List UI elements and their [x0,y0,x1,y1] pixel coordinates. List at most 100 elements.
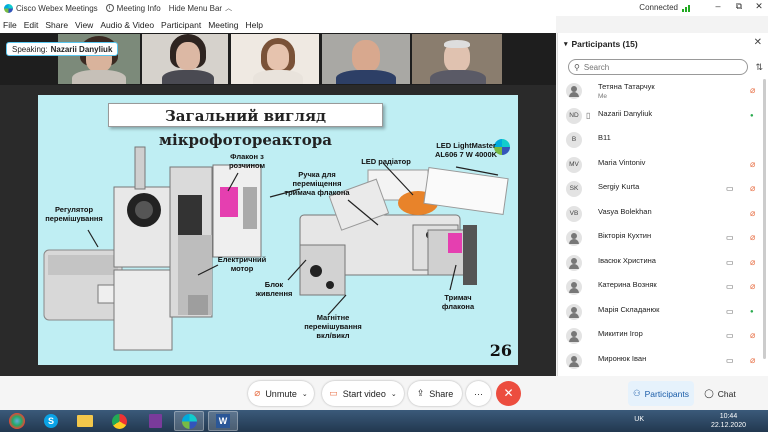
system-clock[interactable]: 10:44 22.12.2020 [711,412,746,430]
close-panel-icon[interactable]: ✕ [754,37,762,48]
search-box[interactable]: ⚲ [568,59,748,75]
webex-taskbar-icon[interactable] [174,411,204,431]
video-tile[interactable] [322,34,410,84]
folder-icon[interactable] [70,411,100,431]
participants-header[interactable]: ▾ Participants (15) [564,39,638,49]
chevron-down-icon: ▾ [564,41,568,48]
avatar: B [566,132,582,148]
search-input[interactable] [583,62,734,72]
participant-row[interactable]: SK Sergiy Kurta ▭ ⌀ [558,177,758,201]
avatar [566,230,582,246]
mic-muted-icon[interactable]: ⌀ [750,355,755,366]
close-icon[interactable]: ✕ [752,1,766,14]
avatar: ND [566,107,582,124]
video-camera-icon: ▭ [726,233,734,242]
participant-row[interactable]: ND ▯ Nazarii Danyliuk ● [558,104,758,128]
video-camera-icon: ▭ [726,355,734,365]
video-camera-icon: ▭ [726,184,734,193]
participant-name: Івасюк Христина [598,255,656,265]
mic-muted-icon[interactable]: ⌀ [750,183,755,194]
menu-file[interactable]: File [3,20,17,30]
scrollbar[interactable] [763,79,766,359]
mic-muted-icon[interactable]: ⌀ [750,159,755,170]
title-bar: Cisco Webex Meetings i Meeting Info Hide… [0,0,768,16]
participant-name: Миронюк Іван [598,353,647,363]
participant-row[interactable]: Івасюк Христина ▭ ⌀ [558,251,758,275]
participant-name: B11 [598,133,611,142]
video-tile[interactable] [142,34,228,84]
participant-row[interactable]: MV Maria Vintoniv ⌀ [558,153,758,177]
menu-participant[interactable]: Participant [161,20,201,30]
info-icon: i [105,4,114,12]
label-flask: Флакон з розчином [228,152,266,170]
mic-muted-icon[interactable]: ⌀ [750,281,755,292]
unmute-button[interactable]: ⌀ Unmute ⌄ [248,381,314,406]
skype-icon[interactable]: S [36,411,66,431]
app-title: Cisco Webex Meetings [4,3,98,13]
menu-share[interactable]: Share [45,20,68,30]
participant-name: Maria Vintoniv [598,157,646,167]
label-magnetic: Магнітне перемішування вкл/викл [304,313,362,340]
save-app-icon[interactable] [140,411,170,431]
people-icon: ⚇ [632,388,641,398]
slide-number: 26 [489,341,512,360]
participant-row[interactable]: B B11 [558,128,758,152]
chrome-icon[interactable] [104,411,134,431]
participant-row[interactable]: VB Vasya Bolekhan ⌀ [558,202,758,226]
chevron-up-icon: ︿ [225,5,233,12]
sort-icon[interactable]: ⇅ [755,62,763,73]
start-icon[interactable] [2,411,32,431]
participant-row[interactable]: Микитин Ігор ▭ ⌀ [558,324,758,348]
avatar [566,254,582,271]
meeting-controls: ⌀ Unmute ⌄ ▭ Start video ⌄ ⇪ Share ··· ✕… [0,376,768,410]
end-call-button[interactable]: ✕ [496,381,521,406]
mic-muted-icon[interactable]: ⌀ [750,85,755,96]
participant-name: Sergiy Kurta [598,182,640,191]
chat-button[interactable]: ◯ Chat [700,381,740,406]
video-camera-icon: ▭ [726,306,734,316]
minimize-icon[interactable]: – [711,1,725,14]
video-camera-icon: ▭ [726,257,734,267]
label-led-radiator: LED радіатор [361,157,411,166]
label-power: Блок живлення [255,280,293,298]
more-options-button[interactable]: ··· [466,381,491,406]
video-tile[interactable] [412,34,502,84]
mic-muted-icon[interactable]: ⌀ [750,208,755,219]
meeting-info-button[interactable]: i Meeting Info [105,4,161,13]
participant-row[interactable]: Марія Складанюк ▭ ● [558,300,758,324]
language-indicator[interactable]: UK [634,416,644,423]
participant-row[interactable]: Вікторія Кухтин ▭ ⌀ [558,226,758,250]
participant-name: Марія Складанюк [598,304,660,314]
video-tile[interactable] [231,34,319,84]
video-camera-icon: ▭ [726,282,734,291]
avatar [566,279,582,295]
photoreactor-illustration [43,146,509,351]
mic-muted-icon[interactable]: ⌀ [750,257,755,268]
hide-menu-bar-button[interactable]: Hide Menu Bar ︿ [169,3,232,13]
participant-row[interactable]: Катерина Возняк ▭ ⌀ [558,275,758,299]
word-icon[interactable]: W [208,411,238,431]
participants-panel: ▾ Participants (15) ✕ ⚲ ⇅ Тетяна Татарчу… [557,33,768,376]
participant-row[interactable]: Тетяна Татарчук Me ⌀ [558,79,758,103]
avatar [566,328,582,344]
start-video-button[interactable]: ▭ Start video ⌄ [322,381,404,406]
menu-edit[interactable]: Edit [24,20,39,30]
menu-help[interactable]: Help [245,20,262,30]
menu-audio-video[interactable]: Audio & Video [100,20,154,30]
avatar [566,352,582,369]
menu-meeting[interactable]: Meeting [208,20,238,30]
presentation-slide: Загальний вигляд мікрофотореактора Флако… [38,95,518,365]
mic-active-icon[interactable]: ● [750,309,754,315]
avatar: MV [566,156,582,173]
mic-active-icon[interactable]: ● [750,113,754,119]
share-button[interactable]: ⇪ Share [408,381,462,406]
menu-bar: File Edit Share View Audio & Video Parti… [0,16,556,33]
mic-muted-icon[interactable]: ⌀ [750,330,755,341]
restore-icon[interactable]: ⧉ [732,1,746,14]
share-icon: ⇪ [416,388,425,398]
mic-muted-icon[interactable]: ⌀ [750,232,755,243]
participant-row[interactable]: Миронюк Іван ▭ ⌀ [558,349,758,373]
avatar: VB [566,205,582,222]
participants-button[interactable]: ⚇ Participants [628,381,694,406]
menu-view[interactable]: View [75,20,93,30]
